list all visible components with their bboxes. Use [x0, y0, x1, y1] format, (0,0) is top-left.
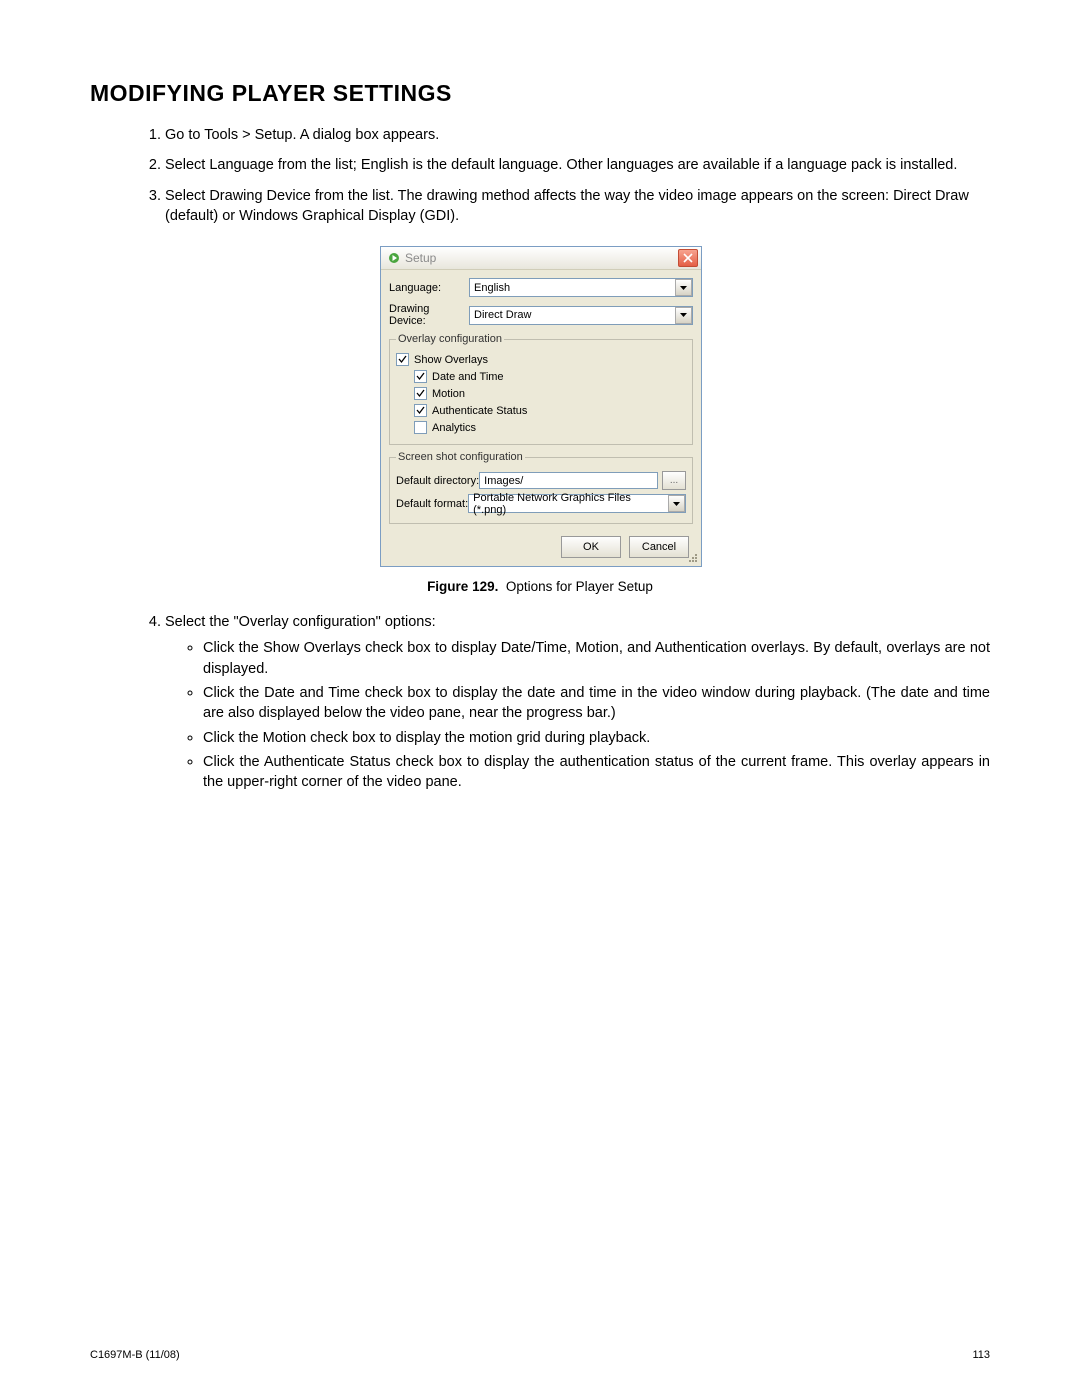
screenshot-legend: Screen shot configuration: [396, 451, 525, 463]
step-3: Select Drawing Device from the list. The…: [165, 186, 990, 227]
language-combo[interactable]: English: [469, 278, 693, 297]
footer-page-number: 113: [972, 1349, 990, 1361]
overlay-config-group: Overlay configuration Show Overlays Date…: [389, 333, 693, 445]
step-4-text: Select the "Overlay configuration" optio…: [165, 614, 436, 630]
motion-label: Motion: [432, 388, 465, 400]
figure-label: Figure 129.: [427, 579, 498, 594]
section-heading: MODIFYING PLAYER SETTINGS: [90, 80, 990, 107]
language-value: English: [470, 282, 675, 294]
show-overlays-checkbox[interactable]: Show Overlays: [396, 353, 686, 366]
close-icon: [683, 253, 693, 263]
default-dir-input[interactable]: [479, 472, 658, 489]
date-time-checkbox[interactable]: Date and Time: [414, 370, 686, 383]
dialog-title-text: Setup: [405, 251, 436, 265]
bullet-motion: Click the Motion check box to display th…: [203, 728, 990, 748]
steps-list-cont: Select the "Overlay configuration" optio…: [90, 612, 990, 792]
resize-grip-icon[interactable]: [687, 552, 699, 564]
cancel-button[interactable]: Cancel: [629, 536, 689, 558]
chevron-down-icon: [675, 279, 692, 296]
default-format-combo[interactable]: Portable Network Graphics Files (*.png): [468, 494, 686, 513]
show-overlays-label: Show Overlays: [414, 354, 488, 366]
checkbox-icon: [414, 370, 427, 383]
figure-container: Setup Language: English Drawing Device:: [380, 246, 700, 594]
close-button[interactable]: [678, 249, 698, 267]
analytics-label: Analytics: [432, 422, 476, 434]
overlay-legend: Overlay configuration: [396, 333, 504, 345]
default-format-label: Default format:: [396, 498, 468, 510]
default-dir-label: Default directory:: [396, 475, 479, 487]
checkbox-icon: [414, 387, 427, 400]
footer-doc-id: C1697M-B (11/08): [90, 1349, 180, 1361]
overlay-options-list: Click the Show Overlays check box to dis…: [165, 638, 990, 792]
checkbox-icon: [396, 353, 409, 366]
ok-button[interactable]: OK: [561, 536, 621, 558]
figure-caption: Figure 129. Options for Player Setup: [380, 579, 700, 594]
bullet-date-time: Click the Date and Time check box to dis…: [203, 683, 990, 724]
motion-checkbox[interactable]: Motion: [414, 387, 686, 400]
checkbox-icon: [414, 421, 427, 434]
bullet-show-overlays: Click the Show Overlays check box to dis…: [203, 638, 990, 679]
dialog-body: Language: English Drawing Device: Direct…: [381, 270, 701, 566]
analytics-checkbox[interactable]: Analytics: [414, 421, 686, 434]
bullet-auth-status: Click the Authenticate Status check box …: [203, 752, 990, 793]
step-1: Go to Tools > Setup. A dialog box appear…: [165, 125, 990, 145]
step-4: Select the "Overlay configuration" optio…: [165, 612, 990, 792]
steps-list: Go to Tools > Setup. A dialog box appear…: [90, 125, 990, 226]
auth-status-label: Authenticate Status: [432, 405, 527, 417]
checkbox-icon: [414, 404, 427, 417]
app-icon: [387, 251, 401, 265]
page-footer: C1697M-B (11/08) 113: [90, 1349, 990, 1361]
step-2: Select Language from the list; English i…: [165, 155, 990, 175]
date-time-label: Date and Time: [432, 371, 504, 383]
default-format-value: Portable Network Graphics Files (*.png): [469, 492, 668, 516]
setup-dialog: Setup Language: English Drawing Device:: [380, 246, 702, 567]
chevron-down-icon: [668, 495, 685, 512]
screenshot-config-group: Screen shot configuration Default direct…: [389, 451, 693, 524]
drawing-device-combo[interactable]: Direct Draw: [469, 306, 693, 325]
language-label: Language:: [389, 282, 469, 294]
dialog-titlebar: Setup: [381, 247, 701, 270]
browse-button[interactable]: ...: [662, 471, 686, 490]
drawing-device-label: Drawing Device:: [389, 303, 469, 327]
chevron-down-icon: [675, 307, 692, 324]
figure-caption-text: Options for Player Setup: [506, 579, 653, 594]
drawing-device-value: Direct Draw: [470, 309, 675, 321]
auth-status-checkbox[interactable]: Authenticate Status: [414, 404, 686, 417]
